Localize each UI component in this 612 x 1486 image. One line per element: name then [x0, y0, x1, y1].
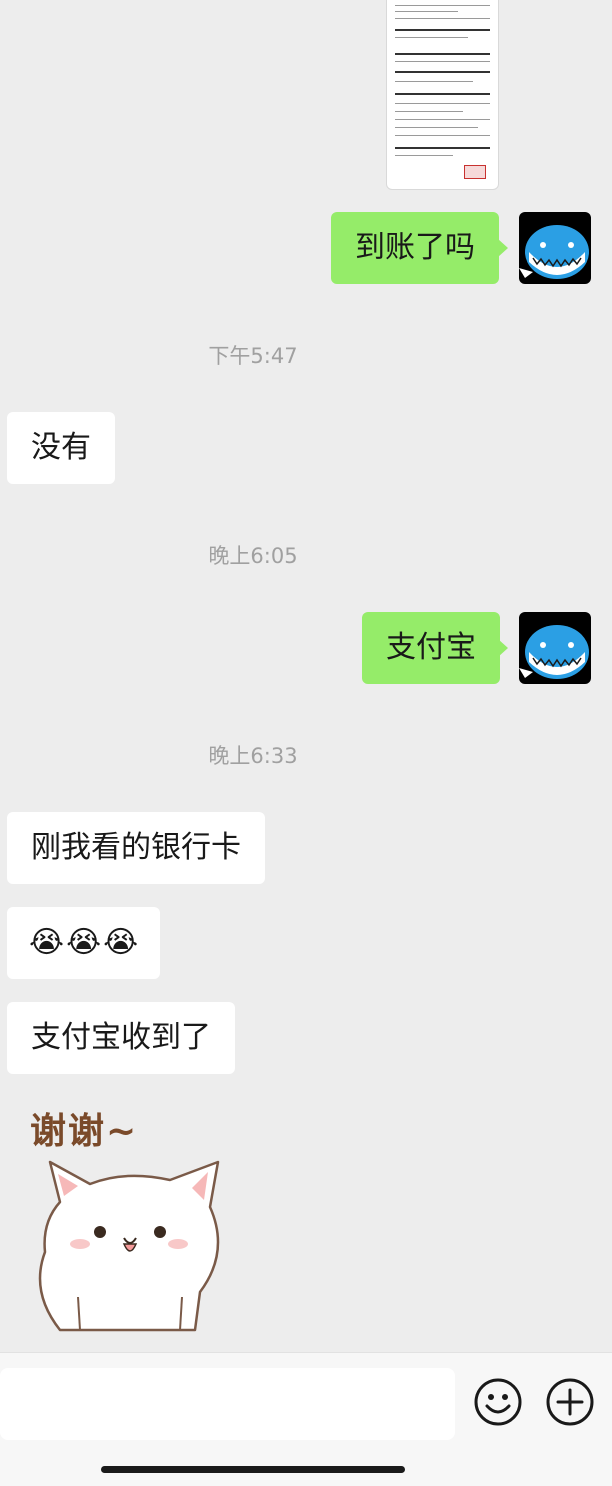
crying-laughing-emoji-icon: 😭 [103, 925, 139, 960]
crying-laughing-emoji-icon: 😭 [29, 925, 65, 960]
cat-icon [38, 1160, 220, 1332]
my-message-bubble[interactable]: 到账了吗 [331, 212, 499, 284]
bubble-tail [498, 639, 508, 657]
timestamp: 下午5:47 [208, 344, 298, 368]
smile-icon[interactable] [472, 1376, 524, 1428]
message-input[interactable] [0, 1368, 455, 1440]
message-text: 支付宝收到了 [31, 1020, 211, 1055]
their-message-bubble[interactable]: 没有 [7, 412, 115, 484]
bubble-tail [498, 239, 508, 257]
message-text: 到账了吗 [355, 230, 475, 265]
my-avatar-icon[interactable] [519, 212, 591, 284]
timestamp: 晚上6:33 [208, 744, 298, 768]
plus-circle-icon[interactable] [544, 1376, 596, 1428]
home-indicator [101, 1466, 405, 1473]
their-emoji-message-bubble[interactable]: 😭 😭 😭 [7, 907, 161, 979]
my-avatar-icon[interactable] [519, 612, 591, 684]
crying-laughing-emoji-icon: 😭 [66, 925, 102, 960]
message-text: 没有 [31, 430, 91, 465]
message-text: 刚我看的银行卡 [31, 830, 241, 865]
their-message-bubble[interactable]: 支付宝收到了 [7, 1002, 235, 1074]
cat-sticker-message[interactable]: 谢谢~ [20, 1092, 235, 1337]
message-text: 支付宝 [386, 630, 476, 665]
their-message-bubble[interactable]: 刚我看的银行卡 [7, 812, 265, 884]
document-image-message[interactable] [386, 0, 499, 190]
timestamp: 晚上6:05 [208, 544, 298, 568]
my-message-bubble[interactable]: 支付宝 [362, 612, 500, 684]
